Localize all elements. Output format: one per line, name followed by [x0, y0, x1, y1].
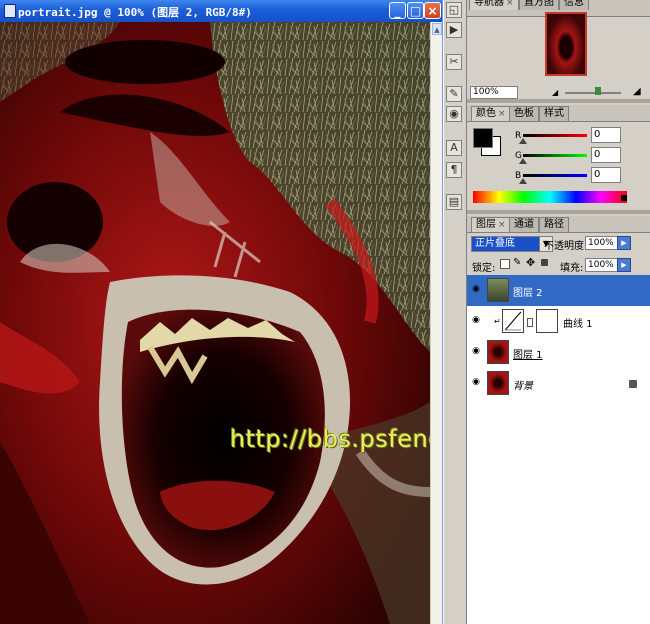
layer-name: 图层 2 — [513, 288, 543, 299]
tab-channels[interactable]: 通道 — [509, 217, 539, 232]
watermark-text: http://bbs.psfeng.cn/ — [230, 425, 430, 453]
fill-arrow-icon[interactable]: ▶ — [617, 258, 631, 272]
panel-dock-toolbar: ◱ ▶ ✂ ✎ ◉ A ¶ ▤ — [443, 0, 465, 624]
red-slider-thumb[interactable] — [519, 138, 527, 144]
red-value-input[interactable]: 0 — [591, 127, 621, 143]
close-tab-icon[interactable]: × — [506, 0, 514, 8]
tab-info[interactable]: 信息 — [559, 0, 589, 10]
document-window: portrait.jpg @ 100% (图层 2, RGB/8#) _ □ × — [0, 0, 443, 624]
layer-mask-thumbnail[interactable] — [536, 309, 558, 333]
green-value-input[interactable]: 0 — [591, 147, 621, 163]
maximize-button[interactable]: □ — [407, 2, 424, 19]
layers-empty-area — [467, 399, 650, 624]
zoom-slider-thumb[interactable] — [595, 87, 601, 95]
opacity-label: 不透明度: — [544, 241, 588, 252]
navigator-zoom-field[interactable]: 100% — [470, 86, 518, 99]
blue-slider[interactable] — [523, 174, 587, 177]
green-slider[interactable] — [523, 154, 587, 157]
fill-label: 填充: — [560, 263, 584, 274]
visibility-eye-icon[interactable]: ◉ — [470, 315, 482, 325]
tab-layers[interactable]: 图层 × — [471, 217, 511, 232]
lock-move-icon[interactable]: ✥ — [526, 256, 535, 269]
photoshop-document-icon — [4, 4, 16, 18]
layer-name: 图层 1 — [513, 350, 543, 361]
clip-arrow-icon: ↵ — [494, 317, 501, 326]
actions-icon[interactable]: ▶ — [446, 22, 462, 38]
close-button[interactable]: × — [424, 2, 441, 19]
tab-label: 样式 — [544, 108, 564, 119]
tab-navigator[interactable]: 导航器 × — [469, 0, 519, 10]
tab-label: 信息 — [564, 0, 584, 8]
foreground-color-swatch[interactable] — [473, 128, 493, 148]
vertical-scrollbar[interactable]: ▲ — [430, 22, 442, 624]
layer-name: 背景 — [513, 381, 533, 392]
color-tab-row: 颜色 × 色板 样式 — [467, 105, 650, 122]
layer-row-background[interactable]: ◉ 背景 — [467, 368, 650, 400]
tab-histogram[interactable]: 直方图 — [519, 0, 559, 10]
tool-presets-icon[interactable]: ✂ — [446, 54, 462, 70]
tab-color[interactable]: 颜色 × — [471, 106, 511, 121]
red-slider[interactable] — [523, 134, 587, 137]
clone-source-icon[interactable]: ◉ — [446, 106, 462, 122]
zoom-slider[interactable] — [565, 92, 621, 94]
tab-label: 颜色 — [476, 108, 496, 119]
layer-row-layer2[interactable]: ◉ 图层 2 — [467, 275, 650, 307]
lock-label: 锁定: — [472, 263, 496, 274]
lock-paint-icon[interactable]: ✎ — [513, 257, 521, 268]
curves-graph-icon — [504, 311, 522, 331]
layer-comps-icon[interactable]: ▤ — [446, 194, 462, 210]
close-tab-icon[interactable]: × — [498, 109, 506, 119]
blue-slider-thumb[interactable] — [519, 178, 527, 184]
layer-thumbnail — [487, 340, 509, 364]
document-title: portrait.jpg @ 100% (图层 2, RGB/8#) — [18, 6, 252, 19]
zoom-out-icon[interactable]: ◢ — [552, 88, 558, 97]
navigator-icon[interactable]: ◱ — [446, 2, 462, 18]
lock-transparency-icon[interactable] — [500, 259, 510, 269]
curves-adjustment-icon — [502, 309, 524, 333]
tab-swatches[interactable]: 色板 — [509, 106, 539, 121]
lock-icon — [629, 380, 637, 388]
tab-label: 通道 — [514, 219, 534, 230]
layer-thumbnail — [487, 371, 509, 395]
tab-label: 直方图 — [524, 0, 554, 8]
opacity-arrow-icon[interactable]: ▶ — [617, 236, 631, 250]
link-chain-icon[interactable] — [527, 318, 533, 327]
character-icon[interactable]: A — [446, 140, 462, 156]
layer-name: 曲线 1 — [563, 319, 593, 330]
screaming-face-artwork — [0, 22, 430, 624]
opacity-input[interactable]: 100% — [585, 236, 619, 250]
tab-paths[interactable]: 路径 — [539, 217, 569, 232]
panel-dock: 导航器 × 直方图 信息 100% ◢ ◢ 颜色 × 色板 样式 R 0 G 0 B… — [466, 0, 650, 624]
scroll-up-arrow-icon[interactable]: ▲ — [432, 23, 442, 35]
fill-input[interactable]: 100% — [585, 258, 619, 272]
lock-all-icon[interactable] — [541, 259, 548, 266]
panel-separator — [467, 210, 650, 214]
brushes-icon[interactable]: ✎ — [446, 86, 462, 102]
black-swatch-icon[interactable] — [621, 195, 627, 201]
blend-mode-select[interactable]: 正片叠底 — [471, 236, 544, 252]
navigator-preview[interactable] — [545, 12, 587, 76]
green-slider-thumb[interactable] — [519, 158, 527, 164]
visibility-eye-icon[interactable]: ◉ — [470, 284, 482, 294]
tab-label: 图层 — [476, 219, 496, 230]
blue-value-input[interactable]: 0 — [591, 167, 621, 183]
document-title-bar[interactable]: portrait.jpg @ 100% (图层 2, RGB/8#) _ □ × — [0, 0, 442, 22]
color-spectrum-ramp[interactable] — [473, 191, 627, 203]
tab-label: 路径 — [544, 219, 564, 230]
layer-row-layer1[interactable]: ◉ 图层 1 — [467, 337, 650, 369]
paragraph-icon[interactable]: ¶ — [446, 162, 462, 178]
minimize-button[interactable]: _ — [389, 2, 406, 19]
layer-row-curves1[interactable]: ◉ ↵ 曲线 1 — [467, 306, 650, 338]
tab-label: 色板 — [514, 108, 534, 119]
visibility-eye-icon[interactable]: ◉ — [470, 377, 482, 387]
image-canvas[interactable]: http://bbs.psfeng.cn/ — [0, 22, 430, 624]
panel-separator — [467, 99, 650, 103]
close-tab-icon[interactable]: × — [498, 220, 506, 230]
zoom-in-icon[interactable]: ◢ — [633, 86, 641, 97]
tab-label: 导航器 — [474, 0, 504, 8]
layers-tab-row: 图层 × 通道 路径 — [467, 216, 650, 233]
tab-styles[interactable]: 样式 — [539, 106, 569, 121]
layer-thumbnail — [487, 278, 509, 302]
visibility-eye-icon[interactable]: ◉ — [470, 346, 482, 356]
